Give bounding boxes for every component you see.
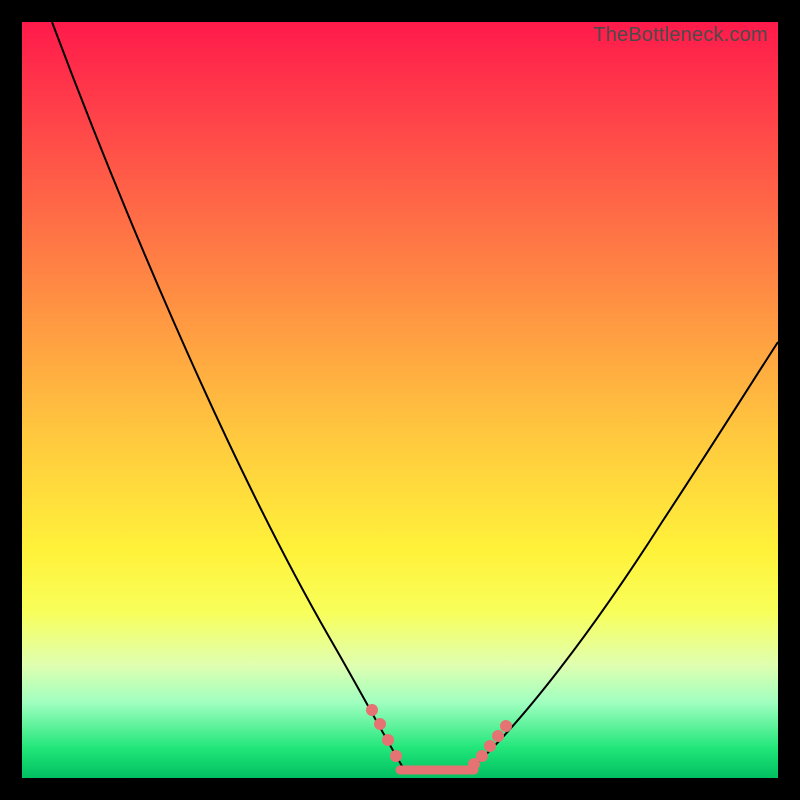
marker-dot bbox=[484, 740, 496, 752]
marker-dot bbox=[366, 704, 378, 716]
marker-dot bbox=[374, 718, 386, 730]
right-curve bbox=[474, 342, 778, 766]
marker-dot bbox=[492, 730, 504, 742]
chart-svg bbox=[22, 22, 778, 778]
left-curve bbox=[52, 22, 402, 766]
marker-dot bbox=[382, 734, 394, 746]
marker-dot bbox=[476, 750, 488, 762]
marker-dot bbox=[390, 750, 402, 762]
chart-plot-area: TheBottleneck.com bbox=[22, 22, 778, 778]
marker-dot bbox=[500, 720, 512, 732]
